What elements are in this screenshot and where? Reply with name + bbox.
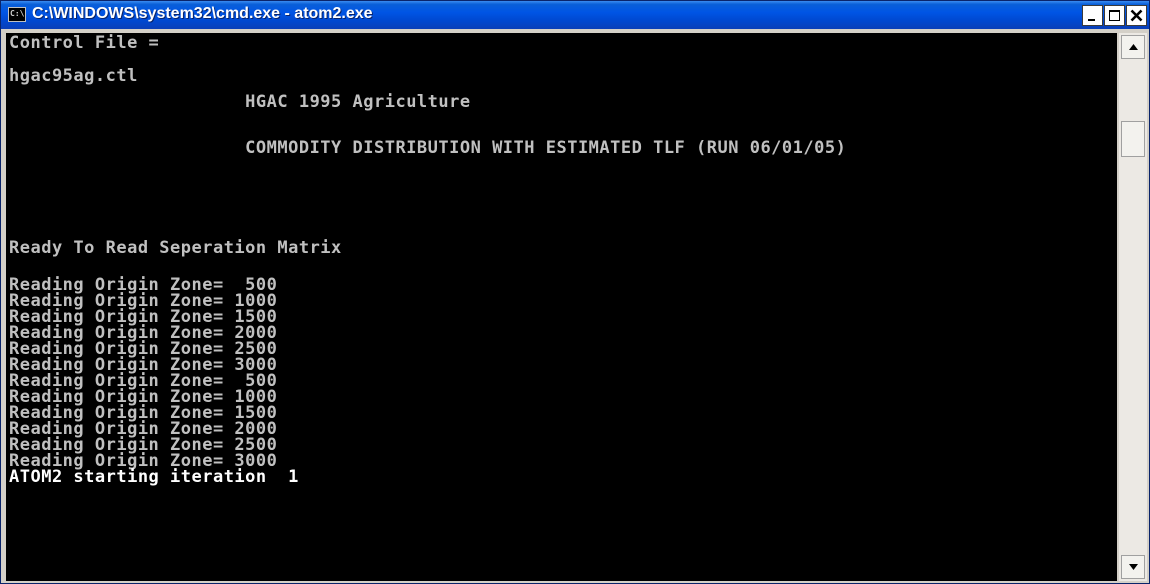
app-icon-label: C:\ <box>10 9 25 18</box>
close-button[interactable] <box>1126 5 1147 26</box>
close-icon <box>1130 9 1143 22</box>
console-line: hgac95ag.ctl <box>9 66 138 86</box>
scroll-up-arrow-icon <box>1129 44 1138 50</box>
scroll-thumb[interactable] <box>1121 121 1145 157</box>
cmd-app-icon[interactable]: C:\ <box>8 7 26 22</box>
minimize-icon <box>1088 19 1095 21</box>
scroll-down-arrow-icon <box>1129 564 1138 570</box>
console-line: COMMODITY DISTRIBUTION WITH ESTIMATED TL… <box>9 138 847 158</box>
minimize-button[interactable] <box>1082 5 1103 26</box>
console-line: HGAC 1995 Agriculture <box>9 92 471 112</box>
scroll-up-button[interactable] <box>1121 35 1145 59</box>
cmd-window: C:\ C:\WINDOWS\system32\cmd.exe - atom2.… <box>0 0 1150 584</box>
console-line: Ready To Read Seperation Matrix <box>9 238 342 258</box>
window-title: C:\WINDOWS\system32\cmd.exe - atom2.exe <box>32 5 373 22</box>
maximize-icon <box>1109 10 1120 21</box>
scroll-down-button[interactable] <box>1121 555 1145 579</box>
maximize-button[interactable] <box>1104 5 1125 26</box>
console-line: ATOM2 starting iteration 1 <box>9 467 299 487</box>
title-bar[interactable]: C:\ C:\WINDOWS\system32\cmd.exe - atom2.… <box>1 1 1149 29</box>
console-output[interactable]: Control File = hgac95ag.ctl HGAC 1995 Ag… <box>6 33 1117 581</box>
vertical-scrollbar[interactable] <box>1119 33 1147 581</box>
console-line: Control File = <box>9 33 160 53</box>
